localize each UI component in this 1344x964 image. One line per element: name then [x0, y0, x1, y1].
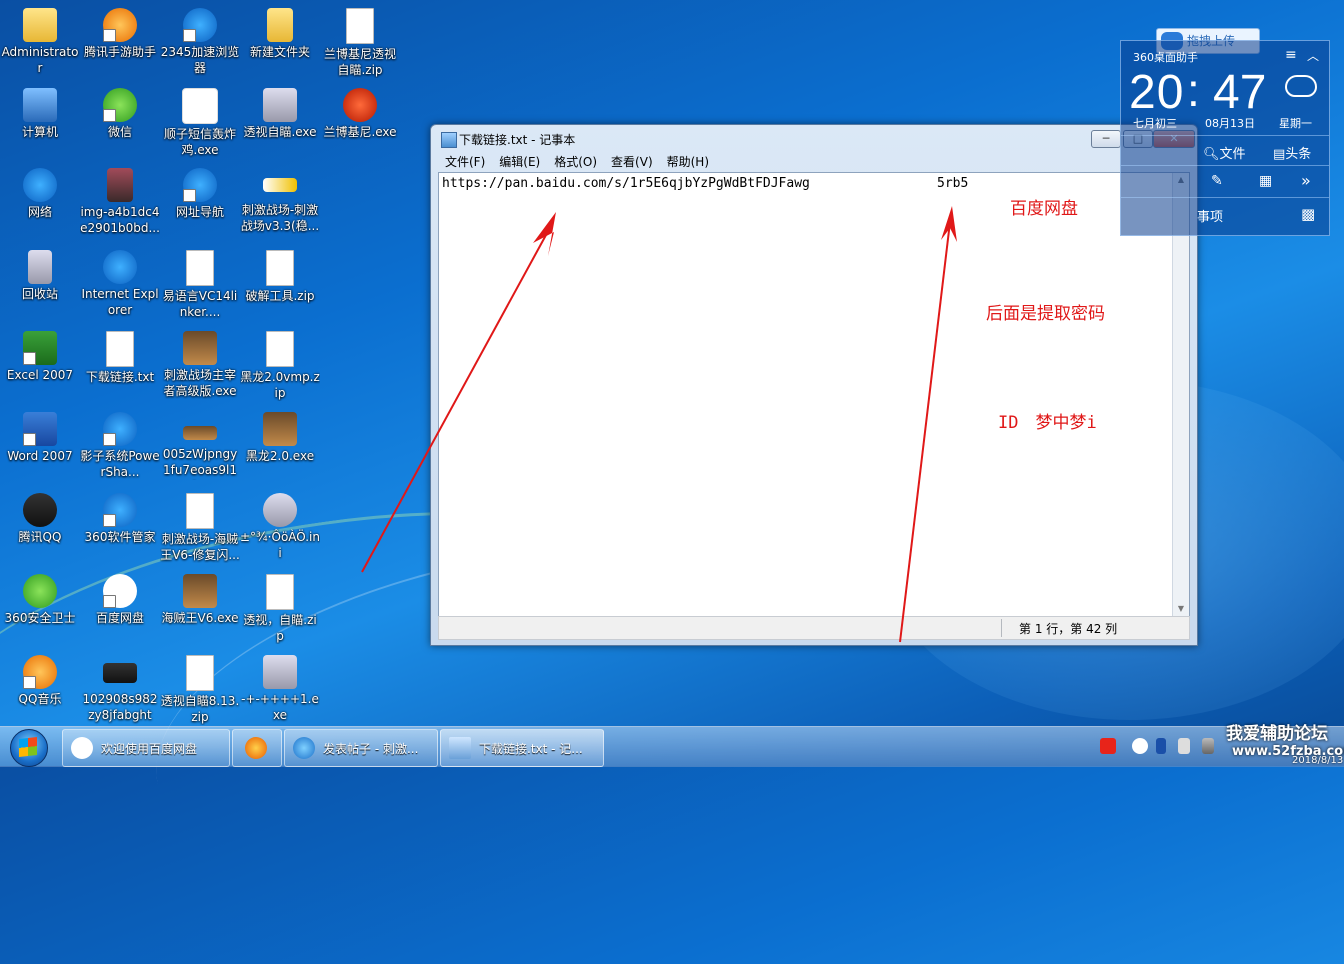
weather-cloud-icon[interactable]: [1285, 75, 1317, 97]
arrow-head-url: [533, 212, 556, 256]
clock-hours: 20: [1129, 66, 1185, 119]
arrow-to-code: [899, 221, 951, 643]
more-arrow-icon[interactable]: »: [1301, 171, 1311, 190]
widget-divider: [1121, 197, 1329, 198]
calendar-date: 08月13日: [1205, 117, 1255, 130]
headlines-button[interactable]: ▤头条: [1273, 143, 1311, 162]
baidu-netdisk-icon: [71, 737, 93, 759]
weekday: 星期一: [1279, 117, 1312, 130]
notepad-icon: [449, 737, 471, 759]
clock-minutes: 47: [1213, 66, 1267, 119]
browser-icon: [245, 737, 267, 759]
watermark-title: 我爱辅助论坛: [1226, 724, 1328, 744]
taskbar-item-label: 发表帖子 - 刺激...: [323, 742, 419, 756]
clock-separator: :: [1187, 64, 1200, 116]
search-icon: 🔍︎: [1203, 147, 1220, 162]
baidu-netdisk-tray-icon[interactable]: [1132, 738, 1148, 754]
collapse-icon[interactable]: ︿: [1307, 47, 1319, 64]
taskbar-item-label: 下载链接.txt - 记...: [479, 742, 583, 756]
internet-explorer-icon: [293, 737, 315, 759]
desktop-assistant-widget: 360桌面助手 ≡ ︿ 20 : 47 七月初三 08月13日 星期一 🔍︎文件…: [1120, 40, 1330, 236]
widget-divider: [1121, 165, 1329, 166]
edit-icon[interactable]: ✎: [1211, 173, 1223, 189]
taskbar-item-label: 欢迎使用百度网盘: [101, 742, 198, 756]
news-icon: ▤: [1273, 147, 1286, 162]
windows-logo-icon: [19, 737, 37, 757]
taskbar-item-notepad[interactable]: 下载链接.txt - 记...: [440, 729, 604, 767]
todo-label[interactable]: 事项: [1197, 206, 1223, 225]
lunar-date: 七月初三: [1133, 117, 1177, 130]
taskbar-item-post-thread[interactable]: 发表帖子 - 刺激...: [284, 729, 438, 767]
device-icon[interactable]: [1178, 738, 1190, 754]
qrcode-icon[interactable]: ▩: [1301, 205, 1315, 223]
widget-divider: [1121, 135, 1329, 136]
menu-icon[interactable]: ≡: [1285, 47, 1297, 63]
taskbar-clock-date: 2018/8/13: [1292, 755, 1344, 766]
network-tray-icon[interactable]: [1202, 738, 1214, 754]
calculator-icon[interactable]: ▦: [1259, 173, 1272, 189]
arrow-to-url: [361, 223, 553, 573]
sogou-input-icon[interactable]: [1100, 738, 1116, 754]
search-file-label: 文件: [1219, 147, 1246, 162]
headlines-label: 头条: [1285, 147, 1312, 162]
bluetooth-icon[interactable]: [1156, 738, 1166, 754]
taskbar-item-browser[interactable]: [232, 729, 282, 767]
start-button[interactable]: [2, 727, 56, 767]
search-file-button[interactable]: 🔍︎文件: [1203, 143, 1246, 162]
taskbar-item-baidu-netdisk[interactable]: 欢迎使用百度网盘: [62, 729, 230, 767]
